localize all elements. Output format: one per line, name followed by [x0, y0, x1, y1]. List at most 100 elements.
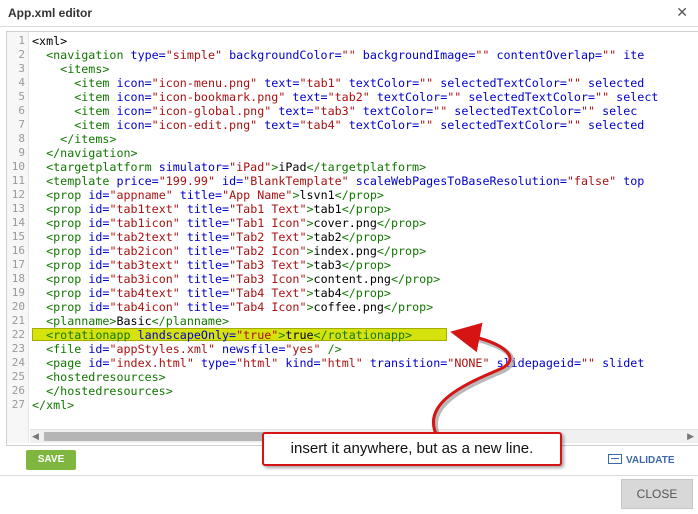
code-token: "appStyles.xml" — [109, 342, 215, 356]
code-token: icon= — [116, 118, 152, 132]
code-token: "tab3" — [313, 104, 356, 118]
code-line[interactable]: <item icon="icon-bookmark.png" text="tab… — [32, 90, 658, 104]
code-line[interactable]: <xml> — [32, 34, 67, 48]
scroll-right-arrow-icon[interactable]: ▶ — [687, 431, 694, 442]
validate-button[interactable]: VALIDATE — [608, 454, 675, 466]
code-token: > — [306, 272, 314, 286]
line-number: 16 — [11, 244, 25, 257]
code-line[interactable]: </xml> — [32, 398, 74, 412]
code-token: "" — [433, 104, 448, 118]
code-token: <targetplatform — [46, 160, 152, 174]
code-line[interactable]: <items> — [32, 62, 109, 76]
code-token: </navigation> — [46, 146, 138, 160]
code-area[interactable]: <xml> <navigation type="simple" backgrou… — [32, 32, 698, 430]
code-line[interactable]: <file id="appStyles.xml" newsfile="yes" … — [32, 342, 342, 356]
code-token: textColor= — [348, 76, 420, 90]
line-number: 3 — [18, 62, 25, 75]
close-x-icon[interactable]: ✕ — [676, 4, 688, 20]
code-token: "tab1icon" — [109, 216, 180, 230]
code-line[interactable]: <prop id="tab2text" title="Tab2 Text">ta… — [32, 230, 391, 244]
code-token: > — [306, 258, 314, 272]
code-token: "tab2icon" — [109, 244, 180, 258]
code-line[interactable]: <template price="199.99" id="BlankTempla… — [32, 174, 644, 188]
code-token: </prop> — [376, 244, 427, 258]
code-token: selectedTextColor= — [440, 76, 567, 90]
code-token: cover.png — [313, 216, 377, 230]
code-token: <rotationapp — [46, 328, 131, 342]
code-token: </prop> — [376, 216, 427, 230]
code-token: > — [306, 286, 314, 300]
code-token: <prop — [46, 202, 82, 216]
code-token: <item — [74, 90, 110, 104]
code-line[interactable]: </hostedresources> — [32, 384, 173, 398]
code-line[interactable]: </items> — [32, 132, 116, 146]
code-token: title= — [186, 272, 230, 286]
code-token: selec — [602, 104, 638, 118]
code-line[interactable]: <prop id="tab3icon" title="Tab3 Icon">co… — [32, 272, 440, 286]
code-line[interactable]: <item icon="icon-menu.png" text="tab1" t… — [32, 76, 644, 90]
close-button[interactable]: CLOSE — [621, 479, 693, 509]
code-token: </prop> — [341, 230, 391, 244]
code-token: icon= — [116, 104, 152, 118]
code-line[interactable]: <prop id="appname" title="App Name">lsvn… — [32, 188, 384, 202]
code-token: simulator= — [158, 160, 230, 174]
code-line[interactable]: <hostedresources> — [32, 370, 166, 384]
code-token: > — [306, 202, 314, 216]
code-token: > — [306, 216, 314, 230]
code-token: "BlankTemplate" — [243, 174, 349, 188]
code-line[interactable]: <item icon="icon-global.png" text="tab3"… — [32, 104, 637, 118]
code-line[interactable]: <prop id="tab1icon" title="Tab1 Icon">co… — [32, 216, 426, 230]
code-line[interactable]: <targetplatform simulator="iPad">iPad</t… — [32, 160, 426, 174]
code-line[interactable]: <page id="index.html" type="html" kind="… — [32, 356, 644, 370]
code-token: /> — [327, 342, 342, 356]
line-number: 11 — [11, 174, 25, 187]
code-token: "html" — [320, 356, 363, 370]
code-token: newsfile= — [222, 342, 286, 356]
code-token: selected — [588, 76, 645, 90]
dialog-titlebar: App.xml editor ✕ — [0, 0, 698, 27]
code-token: <xml> — [32, 34, 68, 48]
scrollbar-thumb[interactable] — [44, 432, 288, 441]
code-line[interactable]: <prop id="tab3text" title="Tab3 Text">ta… — [32, 258, 391, 272]
code-token: selectedTextColor= — [468, 90, 596, 104]
code-line[interactable]: <item icon="icon-edit.png" text="tab4" t… — [32, 118, 644, 132]
code-token: backgroundImage= — [362, 48, 476, 62]
code-line[interactable]: <prop id="tab1text" title="Tab1 Text">ta… — [32, 202, 391, 216]
code-line[interactable]: </navigation> — [32, 146, 138, 160]
code-token: </planname> — [151, 314, 230, 328]
save-button[interactable]: SAVE — [26, 450, 76, 470]
code-token: </prop> — [334, 188, 384, 202]
code-token: <prop — [46, 258, 82, 272]
code-line[interactable]: <prop id="tab4icon" title="Tab4 Icon">co… — [32, 300, 433, 314]
scroll-left-arrow-icon[interactable]: ◀ — [32, 431, 39, 442]
code-line[interactable]: <prop id="tab2icon" title="Tab2 Icon">in… — [32, 244, 426, 258]
code-token: icon= — [116, 76, 152, 90]
code-token: tab1 — [313, 202, 342, 216]
code-token: </xml> — [32, 398, 75, 412]
code-line[interactable]: <planname>Basic</planname> — [32, 314, 229, 328]
code-token: <prop — [46, 286, 82, 300]
code-token: id= — [88, 216, 110, 230]
code-token: Basic — [116, 314, 152, 328]
line-number-gutter: 1 2 3 4 5 6 7 8 9 10 11 12 13 14 15 16 17 18 19 20 21 22 23 24 2… — [7, 32, 29, 443]
xml-code-editor[interactable]: 1 2 3 4 5 6 7 8 9 10 11 12 13 14 15 16 17 18 19 20 21 22 23 24 2… — [6, 31, 698, 446]
code-line[interactable]: <navigation type="simple" backgroundColo… — [32, 48, 644, 62]
code-line[interactable]: <prop id="tab4text" title="Tab4 Text">ta… — [32, 286, 391, 300]
code-line[interactable]: <rotationapp landscapeOnly="true">true</… — [32, 328, 412, 342]
code-token: textColor= — [376, 90, 448, 104]
